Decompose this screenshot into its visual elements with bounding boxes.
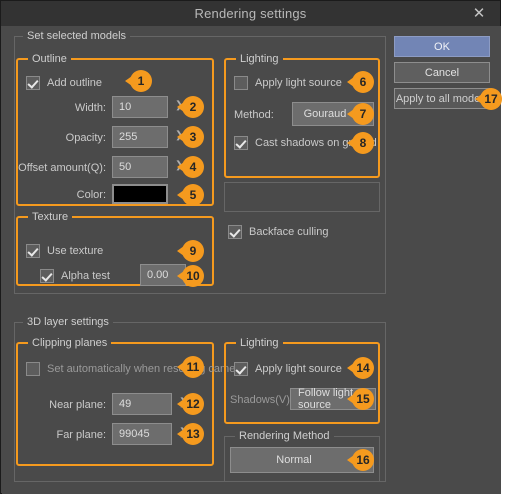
ok-button[interactable]: OK xyxy=(394,36,490,57)
badge-16: 16 xyxy=(347,449,374,471)
label-opacity: Opacity: xyxy=(65,132,106,144)
label-far-plane: Far plane: xyxy=(56,429,106,441)
badge-15: 15 xyxy=(347,388,374,410)
group-legend-lighting-models: Lighting xyxy=(236,53,283,65)
label-offset-amount: Offset amount(Q): xyxy=(18,162,106,174)
dialog-body: Set selected models Outline Add outline … xyxy=(2,26,502,494)
close-icon[interactable]: ✕ xyxy=(464,1,494,26)
group-legend-texture: Texture xyxy=(28,211,73,223)
group-lighting-spacer xyxy=(224,182,380,212)
badge-14: 14 xyxy=(347,357,374,379)
cancel-button[interactable]: Cancel xyxy=(394,62,490,83)
checkbox-use-texture[interactable] xyxy=(26,244,40,258)
badge-17: 17 xyxy=(475,88,502,110)
label-backface-culling: Backface culling xyxy=(249,226,329,238)
rendering-settings-dialog: Rendering settings ✕ Set selected models… xyxy=(0,0,502,494)
group-legend-rendering-method: Rendering Method xyxy=(235,430,334,442)
checkbox-apply-light-source-layer[interactable] xyxy=(234,362,248,376)
page-title: Rendering settings xyxy=(194,6,307,21)
label-auto-reset-camera: Set automatically when resetting camera xyxy=(47,363,246,375)
badge-2: 2 xyxy=(177,96,204,118)
badge-8: 8 xyxy=(347,132,374,154)
badge-6: 6 xyxy=(347,71,374,93)
label-width: Width: xyxy=(74,102,106,114)
far-plane-input[interactable]: 99045 xyxy=(112,423,172,445)
width-input[interactable]: 10 xyxy=(112,96,168,118)
checkbox-apply-light-source-models[interactable] xyxy=(234,76,248,90)
badge-9: 9 xyxy=(177,240,204,262)
badge-13: 13 xyxy=(177,423,204,445)
color-swatch[interactable] xyxy=(112,184,168,204)
badge-1: 1 xyxy=(125,70,152,92)
label-apply-light-source-layer: Apply light source xyxy=(255,363,342,375)
label-alpha-test: Alpha test xyxy=(61,270,110,282)
badge-12: 12 xyxy=(177,393,204,415)
badge-4: 4 xyxy=(177,156,204,178)
badge-7: 7 xyxy=(347,103,374,125)
label-use-texture: Use texture xyxy=(47,245,104,257)
group-legend-set-selected-models: Set selected models xyxy=(23,30,131,42)
checkbox-backface-culling[interactable] xyxy=(228,225,242,239)
title-bar: Rendering settings xyxy=(1,1,500,26)
group-legend-clipping-planes: Clipping planes xyxy=(28,337,112,349)
label-add-outline: Add outline xyxy=(47,77,103,89)
badge-3: 3 xyxy=(177,126,204,148)
checkbox-add-outline[interactable] xyxy=(26,76,40,90)
label-color: Color: xyxy=(76,189,106,201)
near-plane-input[interactable]: 49 xyxy=(112,393,172,415)
checkbox-auto-reset-camera[interactable] xyxy=(26,362,40,376)
screen: Rendering settings ✕ Set selected models… xyxy=(0,0,518,504)
group-legend-outline: Outline xyxy=(28,53,71,65)
group-legend-3d-layer-settings: 3D layer settings xyxy=(23,316,113,328)
group-lighting-layer: Lighting xyxy=(224,337,380,424)
badge-5: 5 xyxy=(177,184,204,206)
opacity-input[interactable]: 255 xyxy=(112,126,168,148)
checkbox-alpha-test[interactable] xyxy=(40,269,54,283)
badge-10: 10 xyxy=(177,265,204,287)
rendering-method-value: Normal xyxy=(276,454,312,466)
label-near-plane: Near plane: xyxy=(49,399,106,411)
checkbox-cast-shadows[interactable] xyxy=(234,136,248,150)
label-method: Method: xyxy=(234,109,274,121)
offset-amount-input[interactable]: 50 xyxy=(112,156,168,178)
badge-11: 11 xyxy=(177,356,204,378)
label-apply-light-source-models: Apply light source xyxy=(255,77,342,89)
label-shadows: Shadows(V): xyxy=(230,394,293,406)
group-legend-lighting-layer: Lighting xyxy=(236,337,283,349)
